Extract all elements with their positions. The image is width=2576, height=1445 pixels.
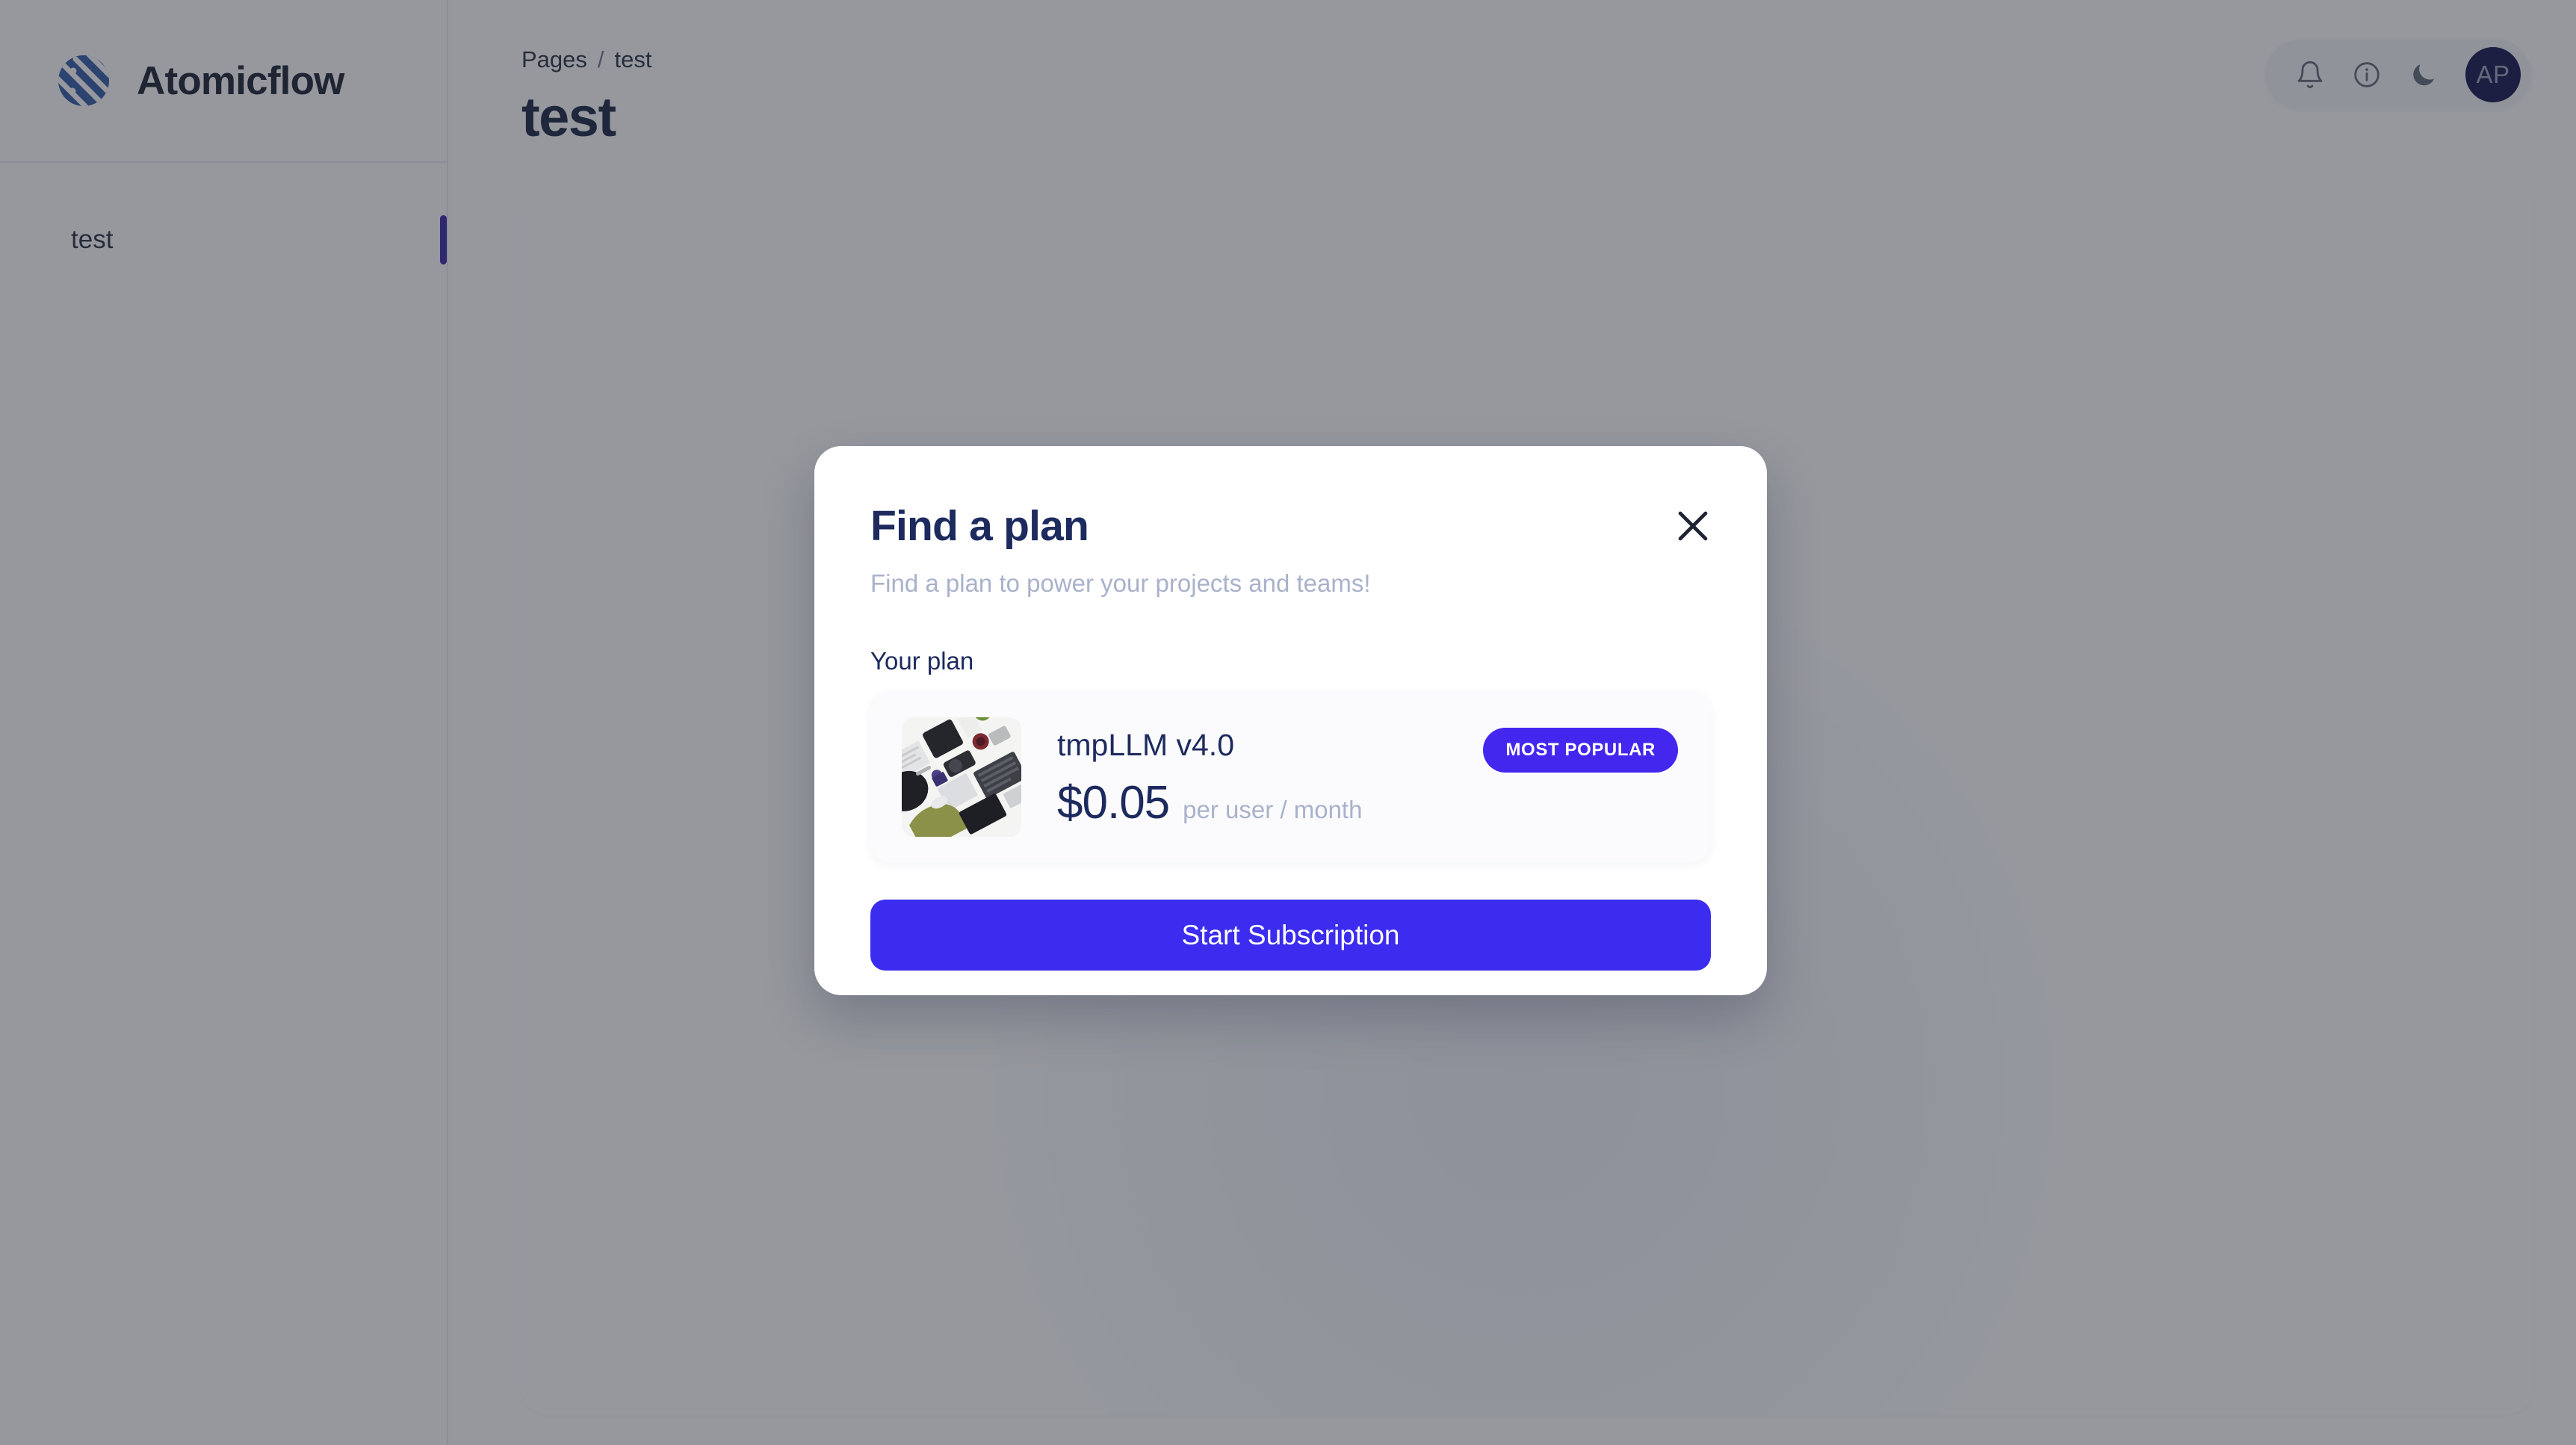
desk-flatlay-photo-icon bbox=[902, 717, 1021, 838]
app-root: Atomicflow test Pages / test test bbox=[0, 0, 2576, 1445]
find-a-plan-modal: Find a plan Find a plan to power your pr… bbox=[814, 446, 1767, 995]
plan-info: tmpLLM v4.0 $0.05 per user / month bbox=[1057, 728, 1483, 826]
plan-name: tmpLLM v4.0 bbox=[1057, 727, 1234, 762]
close-icon[interactable] bbox=[1671, 504, 1715, 548]
modal-title: Find a plan bbox=[870, 502, 1089, 550]
most-popular-badge: MOST POPULAR bbox=[1483, 728, 1678, 773]
plan-card[interactable]: tmpLLM v4.0 $0.05 per user / month MOST … bbox=[870, 692, 1711, 863]
your-plan-label: Your plan bbox=[870, 647, 974, 675]
plan-price: $0.05 bbox=[1057, 776, 1170, 829]
start-subscription-button[interactable]: Start Subscription bbox=[870, 900, 1711, 971]
plan-price-row: $0.05 per user / month bbox=[1057, 776, 1483, 829]
modal-subtitle: Find a plan to power your projects and t… bbox=[870, 569, 1371, 597]
modal-overlay[interactable]: Find a plan Find a plan to power your pr… bbox=[0, 0, 2576, 1445]
plan-period: per user / month bbox=[1183, 795, 1363, 823]
